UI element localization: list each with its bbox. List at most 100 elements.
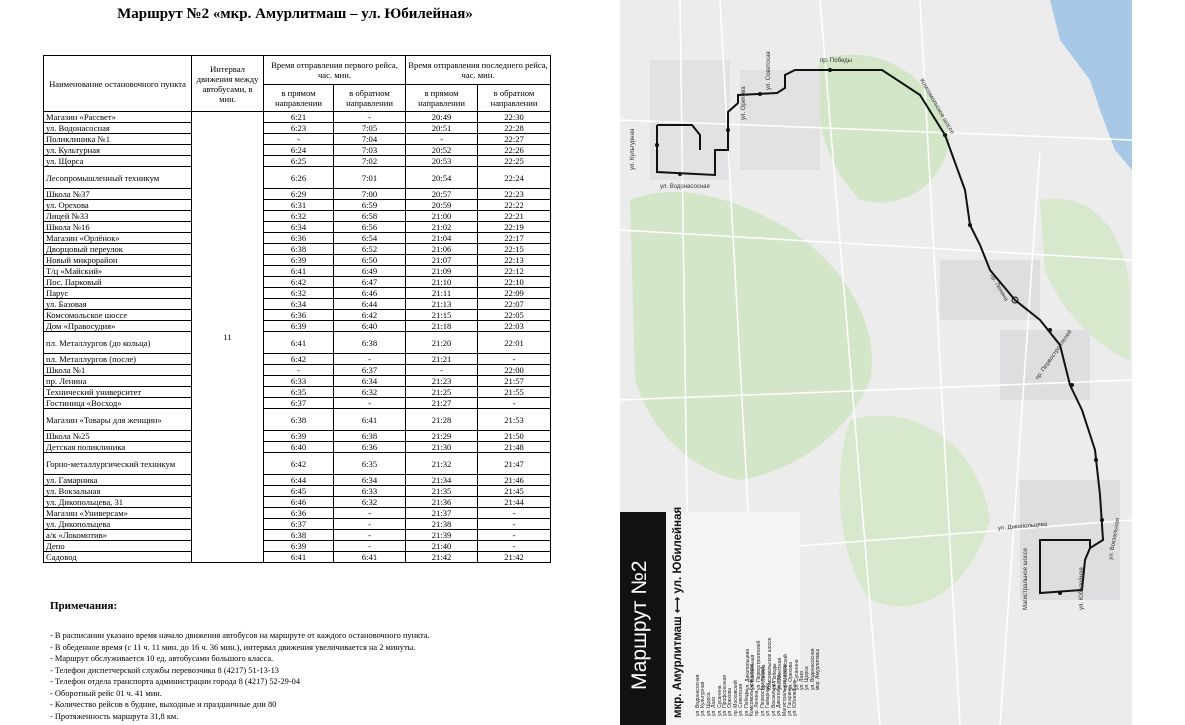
- last-back-cell: 21:48: [477, 441, 552, 453]
- stop-name-cell: ул. Орехова: [43, 199, 192, 211]
- table-row: Гостиница «Восход» 6:37-21:27-: [43, 397, 552, 409]
- last-back-cell: 22:30: [477, 111, 552, 123]
- last-forward-cell: 21:21: [405, 353, 479, 365]
- first-back-cell: 7:05: [332, 122, 407, 134]
- last-forward-cell: 20:57: [405, 188, 479, 200]
- stop-name-cell: ул. Водонасосная: [43, 122, 192, 134]
- first-back-cell: 6:58: [332, 210, 407, 222]
- last-back-cell: -: [477, 507, 552, 519]
- stop-marker: [1048, 328, 1052, 332]
- table-row: Магазин «Универсам» 6:36-21:37-: [43, 507, 552, 519]
- street-label: ул. Культурная: [630, 129, 636, 170]
- last-forward-cell: 20:59: [405, 199, 479, 211]
- last-back-cell: 21:57: [477, 375, 552, 387]
- last-forward-cell: 21:25: [405, 386, 479, 398]
- last-forward-cell: -: [405, 364, 479, 376]
- table-row: ул. Вокзальная 6:45 6:33 21:35 21:45: [43, 485, 552, 497]
- first-forward-cell: 6:42: [263, 452, 334, 475]
- first-forward-cell: 6:24: [263, 144, 334, 156]
- stop-marker: [943, 133, 947, 137]
- first-forward-cell: 6:38: [263, 529, 334, 541]
- last-forward-cell: 21:15: [405, 309, 479, 321]
- table-row: ул. Щорса 6:25 7:02 20:53 22:25: [43, 155, 552, 167]
- first-forward-cell: 6:41: [263, 331, 334, 354]
- last-back-cell: 21:55: [477, 386, 552, 398]
- table-row: Парус 6:32 6:46 21:11 22:09: [43, 287, 552, 299]
- first-back-cell: 7:04: [332, 133, 407, 145]
- first-back-cell: 6:59: [332, 199, 407, 211]
- table-row: Детская поликлиника 6:40 6:36 21:30 21:48: [43, 441, 552, 453]
- stop-marker: [1100, 518, 1104, 522]
- table-row: Депо 6:39-21:40-: [43, 540, 552, 552]
- last-back-cell: -: [477, 353, 552, 365]
- first-forward-cell: 6:42: [263, 353, 334, 365]
- header-interval: Интервал движения между автобусами, в ми…: [191, 55, 264, 112]
- first-back-cell: 6:35: [332, 452, 407, 475]
- first-forward-cell: 6:33: [263, 375, 334, 387]
- street-label: ул. Орехова: [741, 86, 747, 120]
- last-back-cell: 22:10: [477, 276, 552, 288]
- last-back-cell: 22:13: [477, 254, 552, 266]
- table-row: ул. Базовая 6:34 6:44 21:13 22:07: [43, 298, 552, 310]
- first-back-cell: -: [332, 518, 407, 530]
- route-map: ул. Культурная ул. Орехова ул. Советская…: [620, 0, 1132, 725]
- last-back-cell: 22:28: [477, 122, 552, 134]
- first-back-cell: 6:41: [332, 551, 407, 563]
- stop-name-cell: Школа №25: [43, 430, 192, 442]
- last-back-cell: 22:01: [477, 331, 552, 354]
- stop-name-cell: пл. Металлургов (после): [43, 353, 192, 365]
- table-row: Магазин «Орлёнок» 6:36 6:54 21:04 22:17: [43, 232, 552, 244]
- street-label: ул. Юбилейная: [1078, 567, 1085, 610]
- first-back-cell: 6:33: [332, 485, 407, 497]
- interval-cell: 11: [191, 111, 264, 563]
- first-back-cell: 6:34: [332, 375, 407, 387]
- last-forward-cell: 21:27: [405, 397, 479, 409]
- first-back-cell: 6:38: [332, 331, 407, 354]
- note-item: - Протяженность маршрута 31,8 км.: [50, 711, 179, 721]
- first-back-cell: 6:34: [332, 474, 407, 486]
- first-forward-cell: 6:42: [263, 276, 334, 288]
- note-item: - Количество рейсов в будние, выходные и…: [50, 700, 277, 709]
- table-row: пл. Металлургов (до кольца) 6:41 6:38 21:20…: [43, 331, 552, 354]
- first-forward-cell: -: [263, 133, 334, 145]
- stop-name-cell: пл. Металлургов (до кольца): [43, 331, 192, 354]
- table-row: ул. Гамарника 6:44 6:34 21:34 21:46: [43, 474, 552, 486]
- table-row: Лицей №33 6:32 6:58 21:00 22:21: [43, 210, 552, 222]
- last-back-cell: 22:24: [477, 166, 552, 189]
- last-forward-cell: 21:39: [405, 529, 479, 541]
- last-forward-cell: 21:28: [405, 408, 479, 431]
- stop-name-cell: Поликлиника №1: [43, 133, 192, 145]
- last-forward-cell: 21:36: [405, 496, 479, 508]
- map-route-title: Маршрут №2: [628, 560, 651, 690]
- table-row: а/к «Локомотив» 6:38-21:39-: [43, 529, 552, 541]
- stop-marker: [1094, 458, 1098, 462]
- first-back-cell: -: [332, 353, 407, 365]
- last-back-cell: 22:00: [477, 364, 552, 376]
- first-back-cell: 6:38: [332, 430, 407, 442]
- table-row: Поликлиника №1-7:04-22:27: [43, 133, 552, 145]
- stop-name-cell: пр. Ленина: [43, 375, 192, 387]
- stop-marker: [655, 143, 659, 147]
- stop-marker: [726, 128, 730, 132]
- table-row: Дом «Правосудия» 6:39 6:40 21:18 22:03: [43, 320, 552, 332]
- notes-heading: Примечания:: [50, 600, 118, 612]
- table-row: Комсомольское шоссе 6:36 6:42 21:15 22:05: [43, 309, 552, 321]
- first-forward-cell: 6:32: [263, 210, 334, 222]
- last-back-cell: 22:05: [477, 309, 552, 321]
- last-forward-cell: 20:49: [405, 111, 479, 123]
- table-row: Технический университет 6:35 6:32 21:25 21:5…: [43, 386, 552, 398]
- first-forward-cell: 6:23: [263, 122, 334, 134]
- last-back-cell: 22:21: [477, 210, 552, 222]
- street-label: ул. Советская: [766, 51, 772, 90]
- table-row: Новый микрорайон 6:39 6:50 21:07 22:13: [43, 254, 552, 266]
- table-row: пр. Ленина 6:33 6:34 21:23 21:57: [43, 375, 552, 387]
- schedule-table: Наименование остановочного пункта Интерв…: [43, 55, 552, 563]
- city-block: [650, 60, 730, 180]
- table-row: Лесопромышленный техникум 6:26 7:01 20:54 22…: [43, 166, 552, 189]
- last-back-cell: 21:47: [477, 452, 552, 475]
- last-forward-cell: 20:51: [405, 122, 479, 134]
- last-back-cell: 22:22: [477, 199, 552, 211]
- first-back-cell: 6:44: [332, 298, 407, 310]
- last-forward-cell: 21:30: [405, 441, 479, 453]
- last-forward-cell: 21:23: [405, 375, 479, 387]
